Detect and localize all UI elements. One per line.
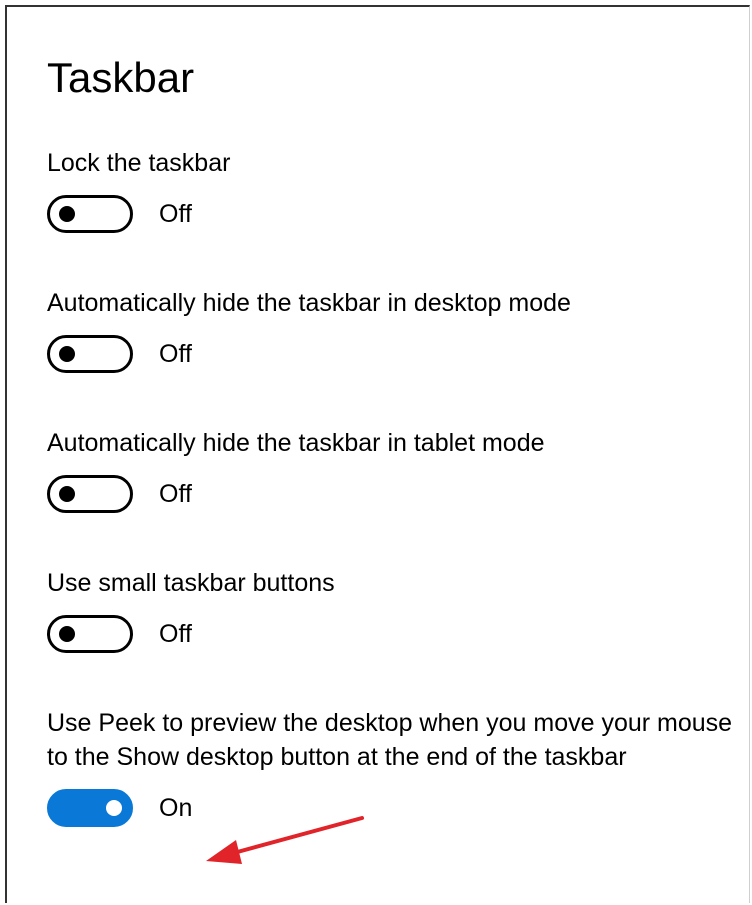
toggle-row: On <box>47 788 737 828</box>
toggle-row: Off <box>47 474 737 514</box>
arrow-pointing-left-icon <box>206 816 364 864</box>
toggle-knob <box>106 800 122 816</box>
peek-desktop-toggle[interactable] <box>47 789 133 827</box>
setting-label: Use small taskbar buttons <box>47 569 335 597</box>
setting-label: Lock the taskbar <box>47 149 231 177</box>
small-buttons-toggle[interactable] <box>47 615 133 653</box>
toggle-row: Off <box>47 614 737 654</box>
setting-autohide-desktop: Automatically hide the taskbar in deskto… <box>47 286 737 374</box>
autohide-tablet-toggle[interactable] <box>47 475 133 513</box>
toggle-state-text: Off <box>159 339 192 368</box>
toggle-knob <box>59 206 75 222</box>
toggle-state-text: Off <box>159 479 192 508</box>
setting-label: Automatically hide the taskbar in tablet… <box>47 429 545 457</box>
lock-taskbar-toggle[interactable] <box>47 195 133 233</box>
toggle-state-text: Off <box>159 619 192 648</box>
arrow-shaft <box>228 816 364 856</box>
toggle-knob <box>59 486 75 502</box>
setting-small-buttons: Use small taskbar buttons Off <box>47 566 737 654</box>
toggle-row: Off <box>47 194 737 234</box>
setting-peek-desktop: Use Peek to preview the desktop when you… <box>47 706 737 828</box>
setting-label: Use Peek to preview the desktop when you… <box>47 709 733 771</box>
setting-lock-taskbar: Lock the taskbar Off <box>47 146 737 234</box>
toggle-knob <box>59 346 75 362</box>
autohide-desktop-toggle[interactable] <box>47 335 133 373</box>
arrow-head <box>206 840 242 864</box>
page-title: Taskbar <box>47 54 195 101</box>
setting-autohide-tablet: Automatically hide the taskbar in tablet… <box>47 426 737 514</box>
toggle-state-text: On <box>159 793 193 822</box>
toggle-state-text: Off <box>159 199 192 228</box>
toggle-knob <box>59 626 75 642</box>
toggle-row: Off <box>47 334 737 374</box>
setting-label: Automatically hide the taskbar in deskto… <box>47 289 571 317</box>
